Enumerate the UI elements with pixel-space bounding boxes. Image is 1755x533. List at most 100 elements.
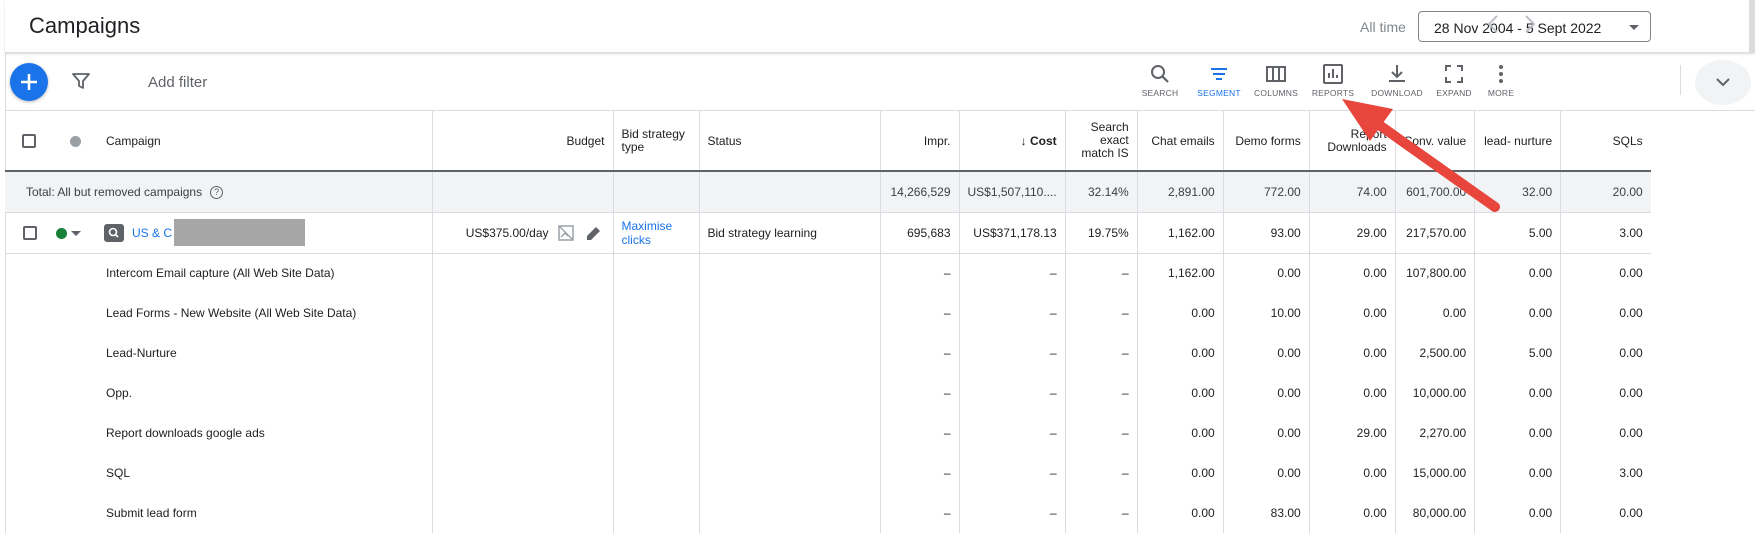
campaign-row[interactable]: US & C US$375.00/day Maximise clicks Bid… bbox=[5, 212, 1651, 254]
conversion-report-downloads: 0.00 bbox=[1309, 253, 1396, 293]
conversion-chat-emails: 0.00 bbox=[1137, 413, 1224, 453]
segment-button[interactable]: SEGMENT bbox=[1189, 63, 1249, 98]
campaign-budget: US$375.00/day bbox=[465, 225, 549, 240]
more-button-label: MORE bbox=[1487, 88, 1515, 98]
search-icon bbox=[1151, 65, 1169, 83]
total-cost: US$1,507,110.... bbox=[959, 171, 1066, 213]
conversion-name: Lead Forms - New Website (All Web Site D… bbox=[98, 293, 433, 333]
conversion-lead-nurture: 0.00 bbox=[1474, 493, 1562, 533]
conversion-name: Submit lead form bbox=[98, 493, 433, 533]
conversion-lead-nurture: 5.00 bbox=[1474, 333, 1562, 373]
column-header-bid-strategy-label: Bid strategy type bbox=[621, 126, 685, 154]
conversion-chat-emails: 0.00 bbox=[1137, 333, 1224, 373]
total-label: Total: All but removed campaigns bbox=[26, 184, 203, 199]
conversion-report-downloads: 0.00 bbox=[1309, 333, 1396, 373]
columns-button-label: COLUMNS bbox=[1254, 88, 1298, 98]
campaign-search-exact: 19.75% bbox=[1065, 212, 1138, 254]
total-budget bbox=[432, 171, 614, 213]
column-header-bid-strategy[interactable]: Bid strategy type bbox=[613, 111, 700, 172]
conversion-report-downloads: 0.00 bbox=[1309, 293, 1396, 333]
add-campaign-button[interactable] bbox=[10, 63, 48, 101]
segment-icon bbox=[1211, 68, 1227, 80]
column-header-chat-emails[interactable]: Chat emails bbox=[1137, 111, 1224, 172]
campaign-conv-value: 217,570.00 bbox=[1395, 212, 1476, 254]
column-header-demo-forms[interactable]: Demo forms bbox=[1223, 111, 1310, 172]
redacted-block bbox=[174, 219, 306, 246]
conversion-lead-nurture: 0.00 bbox=[1474, 293, 1562, 333]
more-button[interactable]: MORE bbox=[1471, 63, 1531, 98]
sort-down-arrow-icon: ↓ bbox=[1020, 133, 1031, 148]
page-title: Campaigns bbox=[29, 13, 141, 38]
campaign-budget-cell: US$375.00/day bbox=[432, 212, 614, 254]
campaign-checkbox[interactable] bbox=[23, 225, 37, 240]
conversion-search-exact: – bbox=[1065, 253, 1138, 293]
add-filter-button[interactable]: Add filter bbox=[148, 74, 207, 91]
dropdown-caret-icon bbox=[1629, 25, 1639, 30]
reports-button[interactable]: REPORTS bbox=[1303, 63, 1363, 98]
filter-icon[interactable] bbox=[72, 73, 90, 94]
conversion-impr: – bbox=[880, 453, 960, 493]
column-header-campaign-label: Campaign bbox=[106, 133, 161, 148]
column-header-status-label: Status bbox=[707, 133, 742, 148]
campaign-name-cell: US & C bbox=[98, 212, 433, 254]
campaign-status-cell[interactable] bbox=[52, 212, 98, 254]
bid-strategy-link[interactable]: Maximise clicks bbox=[622, 219, 691, 247]
conversion-cost: – bbox=[959, 413, 1066, 453]
select-all-checkbox[interactable] bbox=[21, 133, 36, 148]
conversion-demo-forms: 0.00 bbox=[1223, 373, 1310, 413]
column-header-impr[interactable]: Impr. bbox=[880, 111, 960, 172]
conversion-lead-nurture: 0.00 bbox=[1474, 253, 1562, 293]
more-vert-icon bbox=[1499, 65, 1503, 83]
column-header-status[interactable]: Status bbox=[699, 111, 881, 172]
expand-icon bbox=[1445, 65, 1463, 83]
download-button[interactable]: DOWNLOAD bbox=[1367, 63, 1427, 98]
table-toolbar: Add filter SEARCH SEGMENT COLUMNS REPORT… bbox=[5, 53, 1755, 111]
campaign-demo-forms: 93.00 bbox=[1223, 212, 1310, 254]
column-header-report-downloads[interactable]: Report Downloads bbox=[1309, 111, 1396, 172]
column-header-search-exact-label: Search exact match IS bbox=[1081, 120, 1129, 160]
plus-icon bbox=[21, 74, 37, 90]
date-range-value: 28 Nov 2004 - 5 Sept 2022 bbox=[1434, 20, 1602, 36]
conversion-cost: – bbox=[959, 453, 1066, 493]
column-header-cost-label: Cost bbox=[1030, 133, 1057, 148]
conversion-row: Lead-Nurture – – – 0.00 0.00 0.00 2,500.… bbox=[5, 333, 1651, 373]
column-header-cost[interactable]: ↓ Cost bbox=[959, 111, 1066, 172]
status-dropdown-icon[interactable] bbox=[71, 230, 81, 236]
columns-button[interactable]: COLUMNS bbox=[1246, 63, 1306, 98]
column-header-campaign[interactable]: Campaign bbox=[98, 111, 433, 172]
total-search-exact: 32.14% bbox=[1065, 171, 1138, 213]
search-button[interactable]: SEARCH bbox=[1130, 63, 1190, 98]
conversion-search-exact: – bbox=[1065, 413, 1138, 453]
collapse-button[interactable] bbox=[1695, 60, 1751, 105]
campaign-lead-nurture: 5.00 bbox=[1474, 212, 1562, 254]
conversion-conv-value: 0.00 bbox=[1395, 293, 1476, 333]
total-bid-strategy bbox=[613, 171, 700, 213]
conversion-lead-nurture: 0.00 bbox=[1474, 373, 1562, 413]
chevron-left-icon[interactable] bbox=[1486, 14, 1500, 40]
conversion-chat-emails: 0.00 bbox=[1137, 373, 1224, 413]
total-impr: 14,266,529 bbox=[880, 171, 960, 213]
conversion-sqls: 0.00 bbox=[1619, 386, 1643, 400]
total-row: Total: All but removed campaigns? 14,266… bbox=[5, 171, 1651, 213]
column-header-budget[interactable]: Budget bbox=[432, 111, 614, 172]
conversion-conv-value: 80,000.00 bbox=[1395, 493, 1476, 533]
column-header-lead-nurture[interactable]: lead- nurture bbox=[1474, 111, 1562, 172]
total-conv-value: 601,700.00 bbox=[1395, 171, 1476, 213]
help-icon[interactable]: ? bbox=[210, 185, 224, 199]
column-header-budget-label: Budget bbox=[566, 133, 605, 148]
total-status bbox=[699, 171, 881, 213]
campaign-chat-emails: 1,162.00 bbox=[1137, 212, 1224, 254]
edit-pencil-icon[interactable] bbox=[583, 224, 605, 242]
conversion-report-downloads: 29.00 bbox=[1309, 413, 1396, 453]
page-header: Campaigns All time 28 Nov 2004 - 5 Sept … bbox=[5, 0, 1755, 53]
column-header-search-exact[interactable]: Search exact match IS bbox=[1065, 111, 1138, 172]
enabled-status-icon bbox=[56, 227, 67, 239]
chevron-right-icon[interactable] bbox=[1523, 14, 1537, 40]
scrollbar[interactable] bbox=[1749, 0, 1755, 52]
conversion-search-exact: – bbox=[1065, 293, 1138, 333]
column-header-sqls[interactable]: SQLs bbox=[1560, 111, 1651, 172]
campaign-name-link[interactable]: US & C bbox=[132, 226, 172, 240]
status-dot-header bbox=[52, 111, 98, 172]
column-header-conv-value[interactable]: Conv. value bbox=[1395, 111, 1476, 172]
conversion-sqls: 0.00 bbox=[1619, 346, 1643, 360]
